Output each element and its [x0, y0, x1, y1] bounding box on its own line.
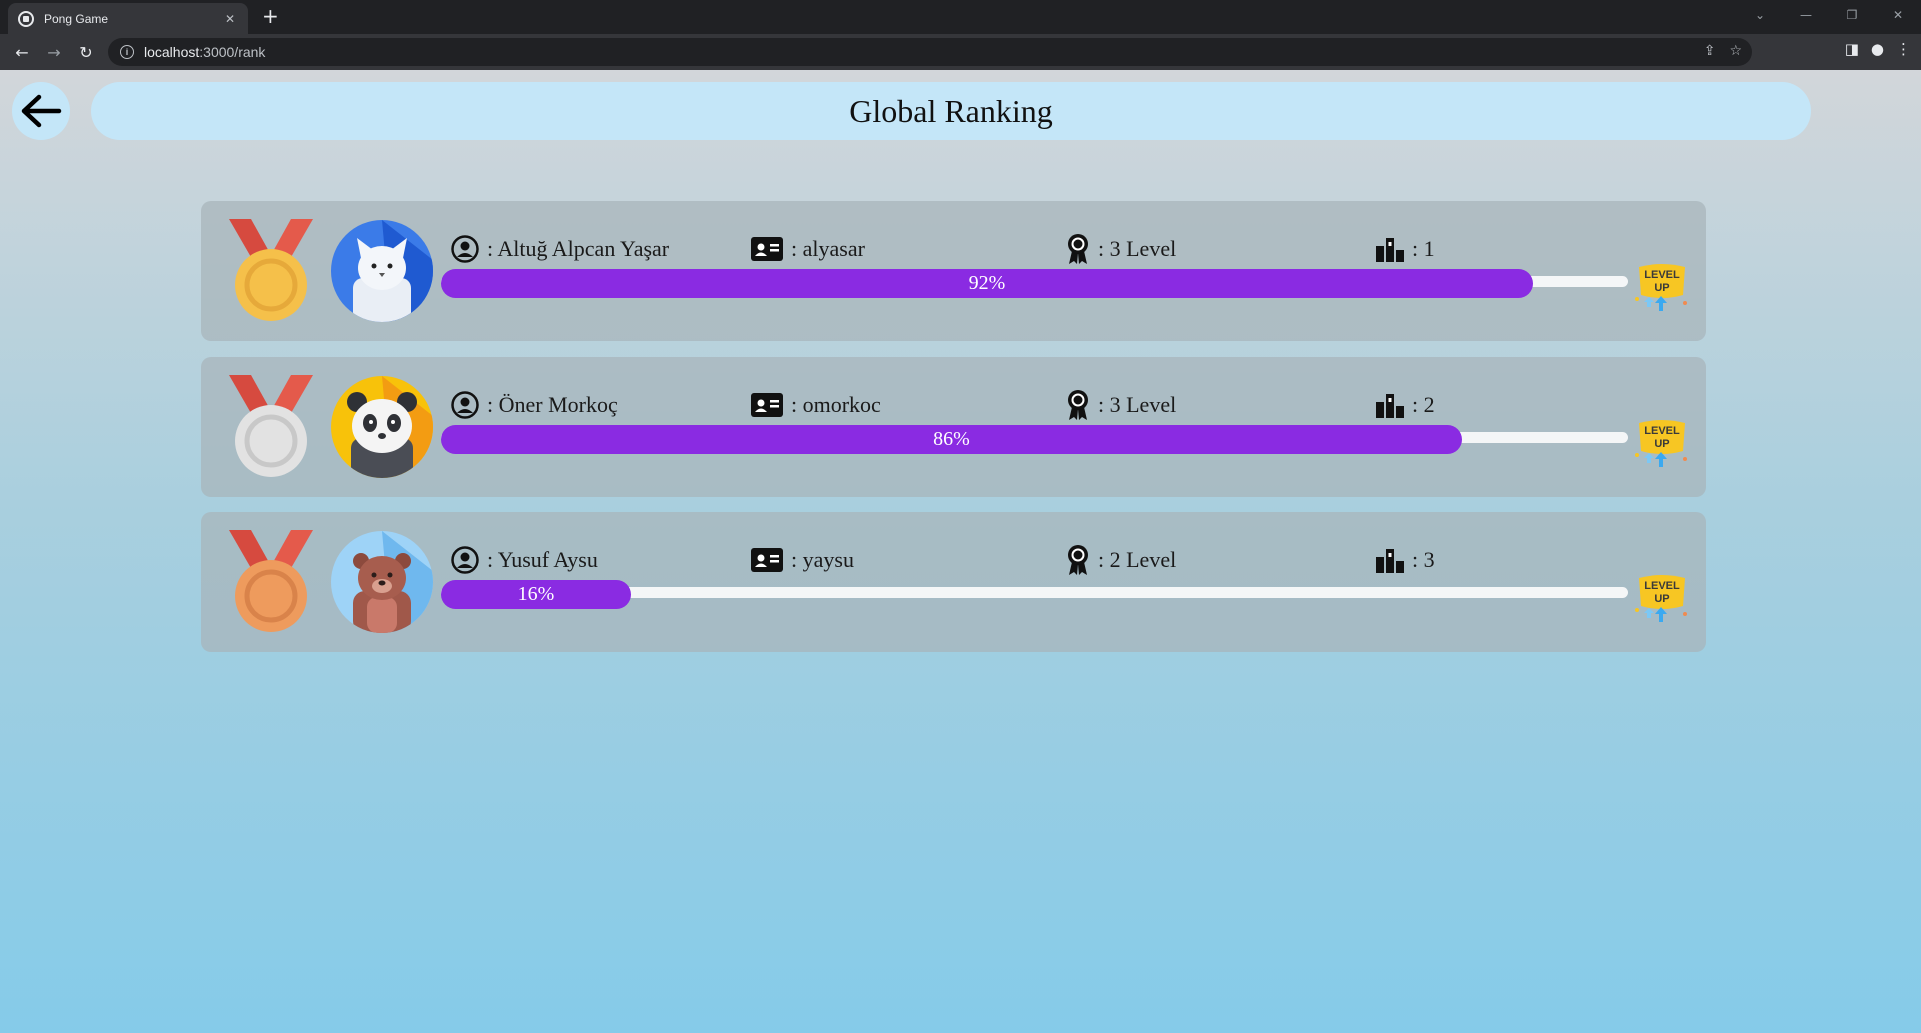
- player-username: : yaysu: [791, 547, 854, 572]
- progress-label: 86%: [933, 428, 970, 450]
- browser-tabbar: Pong Game ✕ + ⌄ — ❐ ✕: [0, 0, 1921, 34]
- minimize-icon[interactable]: —: [1783, 0, 1829, 30]
- id-card-icon: [751, 548, 783, 572]
- level-up-badge-icon: LEVEL UP: [1635, 575, 1687, 622]
- svg-text:LEVEL: LEVEL: [1644, 269, 1680, 281]
- page-title: Global Ranking: [849, 92, 1053, 129]
- back-nav-icon[interactable]: ←: [10, 40, 34, 64]
- window-controls: ⌄ — ❐ ✕: [1737, 0, 1921, 30]
- award-ribbon-icon: [1068, 234, 1088, 264]
- player-rank: : 1: [1412, 236, 1435, 261]
- stat-level: : 2 Level: [1066, 544, 1176, 576]
- tab-close-icon[interactable]: ✕: [222, 12, 238, 26]
- player-full-name: : Yusuf Aysu: [487, 547, 598, 572]
- close-window-icon[interactable]: ✕: [1875, 0, 1921, 30]
- ranking-card: : Öner Morkoç : omorkoc : 3 Level: 2 86…: [201, 357, 1706, 497]
- progress-label: 92%: [968, 272, 1006, 294]
- arrow-left-icon: [21, 94, 62, 128]
- user-circle-icon: [451, 391, 479, 419]
- player-level: : 3 Level: [1098, 392, 1177, 417]
- podium-icon: [1376, 394, 1404, 418]
- favicon-icon: [18, 10, 34, 27]
- progress-label: 16%: [517, 583, 555, 605]
- stat-username: : omorkoc: [751, 389, 881, 421]
- browser-toolbar: ← → ↻ i localhost:3000/rank ⇪ ☆ ◨ ● ⋮: [0, 34, 1921, 70]
- new-tab-icon[interactable]: +: [262, 6, 279, 26]
- podium-icon: [1376, 549, 1404, 573]
- award-ribbon-icon: [1068, 390, 1088, 420]
- tab-title: Pong Game: [44, 11, 109, 26]
- svg-text:LEVEL: LEVEL: [1644, 580, 1680, 592]
- address-bar[interactable]: i localhost:3000/rank ⇪ ☆: [108, 38, 1752, 66]
- player-full-name: : Öner Morkoç: [487, 392, 618, 417]
- player-username: : omorkoc: [791, 392, 881, 417]
- back-button[interactable]: [12, 82, 70, 140]
- panda-avatar: [331, 376, 433, 478]
- player-username: : alyasar: [791, 236, 865, 261]
- stat-name: : Öner Morkoç: [451, 389, 618, 421]
- url-text: localhost:3000/rank: [144, 44, 266, 60]
- bronze-medal-icon: [229, 530, 313, 632]
- ranking-card: : Yusuf Aysu : yaysu : 2 Level: 3 16% L…: [201, 512, 1706, 652]
- menu-kebab-icon[interactable]: ⋮: [1896, 40, 1911, 58]
- restore-icon[interactable]: ❐: [1829, 0, 1875, 30]
- forward-nav-icon[interactable]: →: [42, 40, 66, 64]
- share-icon[interactable]: ⇪: [1704, 43, 1716, 59]
- stat-username: : yaysu: [751, 544, 854, 576]
- level-up-badge-icon: LEVEL UP: [1635, 420, 1687, 467]
- player-level: : 2 Level: [1098, 547, 1177, 572]
- bear-avatar: [331, 531, 433, 633]
- svg-text:UP: UP: [1654, 438, 1669, 450]
- player-rank: : 3: [1412, 547, 1435, 572]
- svg-text:UP: UP: [1654, 593, 1669, 605]
- progress-fill: 92%: [441, 269, 1533, 298]
- reload-icon[interactable]: ↻: [74, 40, 98, 64]
- id-card-icon: [751, 237, 783, 261]
- player-level: : 3 Level: [1098, 236, 1177, 261]
- level-up-badge-icon: LEVEL UP: [1635, 264, 1687, 311]
- podium-icon: [1376, 238, 1404, 262]
- svg-text:LEVEL: LEVEL: [1644, 425, 1680, 437]
- stat-username: : alyasar: [751, 233, 865, 265]
- bookmark-star-icon[interactable]: ☆: [1729, 43, 1742, 59]
- page-header: Global Ranking: [91, 82, 1811, 140]
- stat-rank: : 3: [1376, 544, 1435, 576]
- tab-search-icon[interactable]: ⌄: [1737, 0, 1783, 30]
- gold-medal-icon: [229, 219, 313, 321]
- progress-fill: 86%: [441, 425, 1462, 454]
- rank-page: Global Ranking : Altuğ Alpcan Yaşar: al…: [0, 70, 1921, 1033]
- player-full-name: : Altuğ Alpcan Yaşar: [487, 236, 670, 261]
- stat-name: : Altuğ Alpcan Yaşar: [451, 233, 669, 265]
- progress-fill: 16%: [441, 580, 631, 609]
- cat-avatar: [331, 220, 433, 322]
- silver-medal-icon: [229, 375, 313, 477]
- user-circle-icon: [451, 235, 479, 263]
- ranking-card: : Altuğ Alpcan Yaşar : alyasar : 3 Level: [201, 201, 1706, 341]
- profile-icon[interactable]: ●: [1871, 40, 1884, 58]
- browser-tab[interactable]: Pong Game ✕: [8, 3, 248, 34]
- player-rank: : 2: [1412, 392, 1435, 417]
- side-panel-icon[interactable]: ◨: [1845, 40, 1859, 58]
- stat-level: : 3 Level: [1066, 233, 1176, 265]
- site-info-icon[interactable]: i: [120, 45, 134, 59]
- id-card-icon: [751, 393, 783, 417]
- stat-name: : Yusuf Aysu: [451, 544, 598, 576]
- award-ribbon-icon: [1068, 545, 1088, 575]
- stat-rank: : 1: [1376, 233, 1435, 265]
- user-circle-icon: [451, 546, 479, 574]
- svg-text:UP: UP: [1654, 282, 1669, 294]
- stat-level: : 3 Level: [1066, 389, 1176, 421]
- stat-rank: : 2: [1376, 389, 1435, 421]
